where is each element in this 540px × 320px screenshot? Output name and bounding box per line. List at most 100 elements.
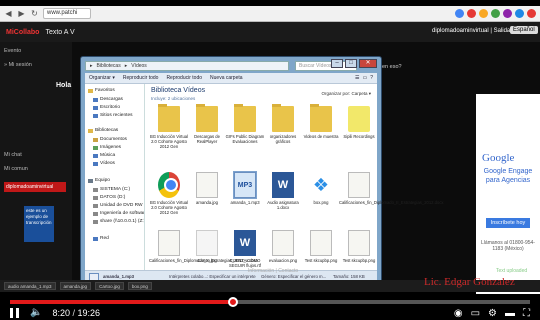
- folder-icon: [93, 145, 98, 150]
- file-item[interactable]: Cartoo.jpg: [187, 230, 227, 263]
- taskbar-item[interactable]: audio amanda_1.mp3: [4, 282, 56, 290]
- nav-item[interactable]: share (\\10.0.0.1) (Z:): [93, 219, 144, 224]
- file-item[interactable]: Test skcupbp.png: [339, 230, 379, 263]
- file-item[interactable]: amanda.jpg: [187, 172, 227, 205]
- folder-icon: [93, 137, 98, 142]
- upload-status: Text uploaded: [496, 268, 528, 274]
- chrome-icon: [158, 172, 180, 198]
- new-folder-button[interactable]: Nueva carpeta: [210, 75, 243, 81]
- taskbar-item[interactable]: box.png: [127, 282, 152, 290]
- current-time: 8:20: [52, 308, 70, 318]
- fullscreen-icon[interactable]: ⛶: [523, 308, 530, 319]
- file-item[interactable]: ❖ box.png: [301, 172, 341, 205]
- forward-icon[interactable]: ▶: [17, 9, 26, 18]
- watch-later-icon[interactable]: ▭: [471, 308, 480, 319]
- extension-icon[interactable]: [527, 9, 536, 18]
- nav-item[interactable]: Equipo: [88, 178, 110, 183]
- google-ad[interactable]: Google Google Engage para Agencias Inscr…: [476, 94, 540, 294]
- breadcrumb-item[interactable]: Bibliotecas: [97, 63, 121, 69]
- folder-icon: [93, 219, 98, 224]
- library-locations[interactable]: Incluye: 2 ubicaciones: [151, 96, 195, 101]
- explorer-toolbar: Organizar ▾ Reproducir todo Reproducir t…: [85, 73, 377, 84]
- nav-item[interactable]: SISTEMA (C:): [93, 187, 130, 192]
- left-row[interactable]: Mi comun: [4, 166, 28, 172]
- address-bar[interactable]: www.patchi: [43, 8, 91, 19]
- file-item[interactable]: Calificaciones_fin_Diplomado_II_Estrateg…: [149, 230, 258, 263]
- explorer-window[interactable]: ▸ Bibliotecas ▸ Vídeos Buscar Vídeos – □…: [80, 56, 444, 291]
- nav-item[interactable]: Ingeniería de software: [93, 211, 144, 216]
- maximize-icon[interactable]: □: [345, 59, 357, 68]
- nav-item[interactable]: Descargas: [93, 97, 123, 102]
- file-item[interactable]: GIFs Public Diagram Evaluaciones: [225, 104, 265, 144]
- organize-button[interactable]: Organizar ▾: [89, 75, 115, 81]
- file-item[interactable]: Test skcupbp.png: [301, 230, 341, 263]
- file-item[interactable]: BG Inducción Virtual 2.0 Cohorte Agosto …: [149, 172, 189, 215]
- extension-icon[interactable]: [503, 9, 512, 18]
- file-item[interactable]: BG Inducción Virtual 2.0 Cohorte Agosto …: [149, 104, 189, 149]
- folder-icon: [88, 128, 93, 133]
- preview-pane-icon[interactable]: ▭: [362, 75, 367, 81]
- nav-item[interactable]: DATOS (D:): [93, 195, 125, 200]
- folder-icon: [196, 104, 218, 132]
- left-row[interactable]: Evento: [4, 48, 21, 54]
- nav-item[interactable]: Unidad de DVD RW: [93, 203, 143, 208]
- view-options-icon[interactable]: ☰: [355, 75, 359, 81]
- back-icon[interactable]: ◀: [4, 9, 13, 18]
- nav-item[interactable]: Red: [93, 236, 109, 241]
- session-thumbnail[interactable]: diplomadoaminvirtual: [4, 182, 66, 192]
- play-all-button[interactable]: Reproducir todo: [123, 75, 159, 81]
- file-item[interactable]: evaluacion.png: [263, 230, 303, 263]
- file-item[interactable]: W CUENTA COMO SEGUIR flujos.rtf: [225, 230, 265, 268]
- transcript-thumbnail[interactable]: este es un ejemplo de transcripción: [24, 206, 54, 242]
- left-row[interactable]: Mi chat: [4, 152, 22, 158]
- nav-item[interactable]: Sitios recientes: [93, 113, 133, 118]
- total-time: 19:26: [77, 308, 101, 318]
- nav-item[interactable]: Favoritos: [88, 88, 115, 93]
- nav-item[interactable]: Vídeos: [93, 161, 115, 166]
- reload-icon[interactable]: ↻: [30, 9, 39, 18]
- volume-icon[interactable]: 🔈: [30, 308, 42, 318]
- folder-icon: [93, 211, 98, 216]
- document-icon: [310, 230, 332, 256]
- footer-links[interactable]: Información | Contacto: [248, 268, 298, 274]
- file-item[interactable]: MP3 amanda_1.mp3: [225, 171, 265, 205]
- left-row[interactable]: » Mi sesión: [4, 62, 32, 68]
- file-item[interactable]: W Audio asignatura 1.docx: [263, 172, 303, 210]
- taskbar-item[interactable]: amanda.jpg: [59, 282, 92, 290]
- nav-item[interactable]: Música: [93, 153, 115, 158]
- file-item[interactable]: Videos de muestra: [301, 104, 341, 139]
- nav-item[interactable]: Documentos: [93, 137, 127, 142]
- file-item[interactable]: Sipili Recordings: [339, 106, 379, 139]
- nav-item[interactable]: Bibliotecas: [88, 128, 118, 133]
- ad-signup-button[interactable]: Inscríbete hoy: [486, 218, 530, 228]
- extension-icon[interactable]: [467, 9, 476, 18]
- nav-item[interactable]: Imágenes: [93, 145, 121, 150]
- site-title: Texto A V: [45, 28, 75, 36]
- minimize-icon[interactable]: –: [331, 59, 343, 68]
- file-item[interactable]: organizadores gráficos: [263, 104, 303, 144]
- breadcrumb[interactable]: ▸ Bibliotecas ▸ Vídeos: [85, 61, 289, 71]
- captions-icon[interactable]: ◉: [454, 308, 463, 319]
- extension-icon[interactable]: [455, 9, 464, 18]
- arrange-by[interactable]: Organizar por: Carpeta ▾: [321, 91, 371, 97]
- play-all-button-2[interactable]: Reproducir todo: [166, 75, 202, 81]
- explorer-titlebar[interactable]: ▸ Bibliotecas ▸ Vídeos Buscar Vídeos – □…: [81, 57, 381, 73]
- language-select[interactable]: Español: [510, 26, 538, 34]
- pause-icon[interactable]: [10, 308, 20, 318]
- taskbar-item[interactable]: Cartoo.jpg: [95, 282, 124, 290]
- progress-bar[interactable]: [10, 297, 530, 307]
- file-item[interactable]: Descargas de RealPlayer: [187, 104, 227, 144]
- theater-mode-icon[interactable]: ▬: [505, 308, 515, 319]
- extension-icon[interactable]: [515, 9, 524, 18]
- nav-item[interactable]: Escritorio: [93, 105, 120, 110]
- user-menu[interactable]: diplomadoaminvirtual | Salida: [432, 28, 510, 34]
- extension-icon[interactable]: [491, 9, 500, 18]
- file-item[interactable]: Calificaciones_fin_Diplomado_II_Estrateg…: [339, 172, 444, 205]
- close-icon[interactable]: ✕: [359, 59, 377, 68]
- extension-icon[interactable]: [479, 9, 488, 18]
- breadcrumb-item[interactable]: Vídeos: [131, 63, 147, 69]
- settings-icon[interactable]: ⚙: [488, 308, 497, 319]
- help-icon[interactable]: ?: [370, 75, 373, 81]
- site-logo[interactable]: MiCollabo: [6, 29, 39, 36]
- mp3-icon: MP3: [233, 171, 257, 199]
